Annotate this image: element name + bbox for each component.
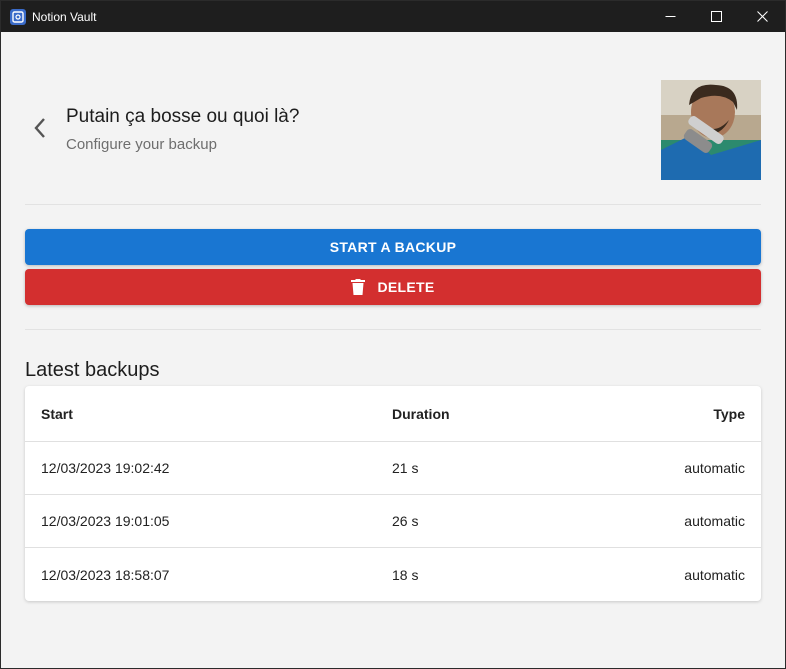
cell-type: automatic [684,566,745,583]
title-bar[interactable]: Notion Vault [1,1,785,32]
cell-duration: 21 s [392,460,419,476]
delete-label: DELETE [377,279,435,295]
table-row[interactable]: 12/03/2023 19:01:05 26 s automatic [25,495,761,548]
column-header-type[interactable]: Type [713,386,745,441]
close-button[interactable] [739,1,785,32]
cell-duration: 18 s [392,566,419,583]
cell-start: 12/03/2023 19:02:42 [41,460,170,476]
minimize-icon [665,16,675,17]
cell-start: 12/03/2023 18:58:07 [41,566,170,583]
page-title: Putain ça bosse ou quoi là? [66,106,300,127]
cell-duration: 26 s [392,513,419,529]
table-row[interactable]: 12/03/2023 18:58:07 18 s automatic [25,548,761,601]
actions-divider [25,329,761,330]
close-icon [756,11,768,22]
window-title: Notion Vault [32,9,97,24]
minimize-button[interactable] [647,1,693,32]
cell-start: 12/03/2023 19:01:05 [41,513,170,529]
cell-type: automatic [684,513,745,529]
section-title: Latest backups [25,359,160,381]
app-window: Notion Vault Putain ça bosse ou quoi là?… [0,0,786,669]
start-backup-label: START A BACKUP [329,239,457,255]
table-row[interactable]: 12/03/2023 19:02:42 21 s automatic [25,442,761,495]
chevron-left-icon [34,118,45,138]
cell-type: automatic [684,460,745,476]
back-button[interactable] [26,114,54,142]
window-controls [647,1,785,32]
maximize-icon [710,11,722,22]
table-header: Start Duration Type [25,386,761,442]
avatar [661,80,761,180]
vault-icon [10,8,26,25]
main-content: Putain ça bosse ou quoi là? Configure yo… [1,32,785,668]
page-subtitle: Configure your backup [66,136,217,153]
header-divider [25,204,761,205]
trash-icon [351,279,366,295]
maximize-button[interactable] [693,1,739,32]
backups-table: Start Duration Type 12/03/2023 19:02:42 … [25,386,761,601]
start-backup-button[interactable]: START A BACKUP [25,229,761,265]
delete-button[interactable]: DELETE [25,269,761,305]
column-header-start[interactable]: Start [41,386,73,441]
column-header-duration[interactable]: Duration [392,386,450,441]
